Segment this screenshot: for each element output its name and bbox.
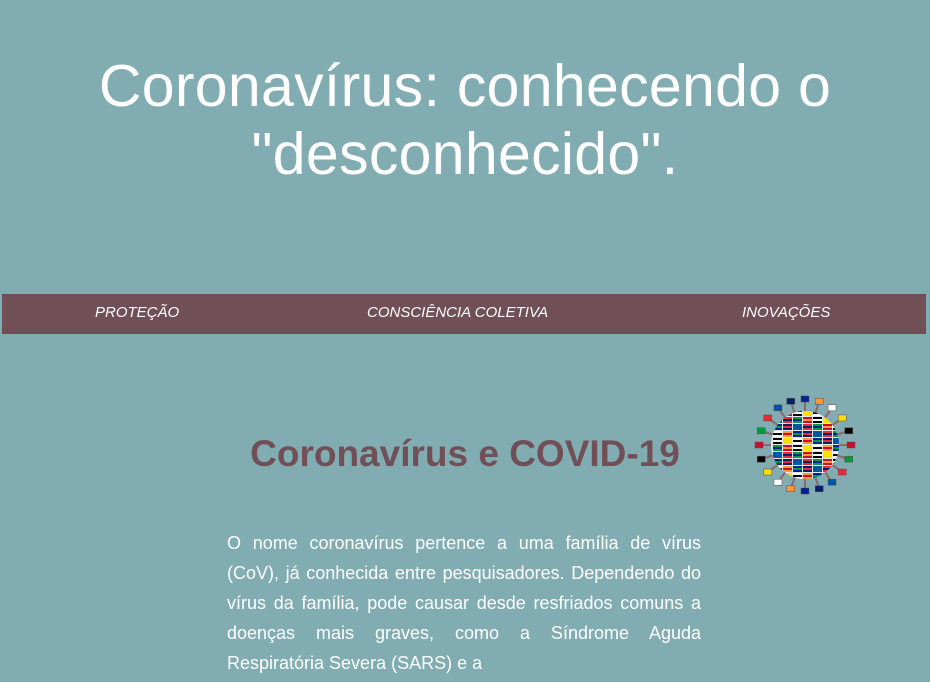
- virus-flags-icon: [754, 395, 856, 495]
- main-nav: PROTEÇÃO CONSCIÊNCIA COLETIVA INOVAÇÕES: [2, 294, 926, 334]
- nav-item-consciencia-coletiva[interactable]: CONSCIÊNCIA COLETIVA: [367, 294, 548, 334]
- site-title-line-1: Coronavírus: conhecendo o: [98, 53, 832, 119]
- site-title-line-2: "desconhecido".: [251, 121, 679, 187]
- nav-item-inovacoes[interactable]: INOVAÇÕES: [742, 294, 830, 334]
- nav-item-protecao[interactable]: PROTEÇÃO: [95, 294, 179, 334]
- page: Coronavírus: conhecendo o "desconhecido"…: [0, 0, 930, 682]
- intro-paragraph: O nome coronavírus pertence a uma famíli…: [227, 533, 701, 673]
- section-heading: Coronavírus e COVID-19: [250, 433, 680, 474]
- site-title: Coronavírus: conhecendo o "desconhecido"…: [0, 52, 930, 188]
